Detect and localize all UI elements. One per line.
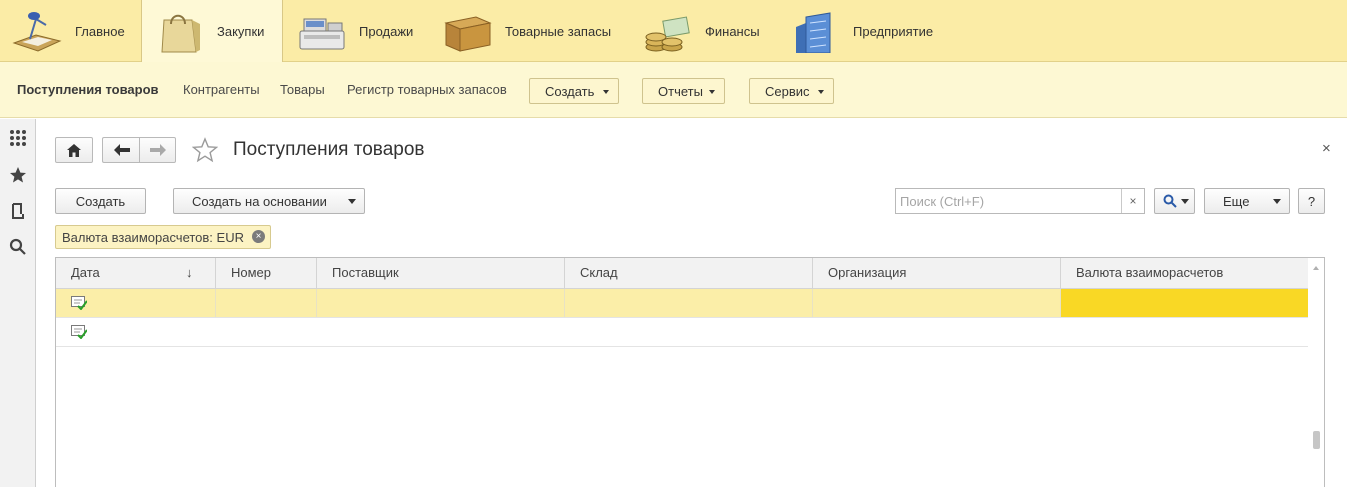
column-header-organization[interactable]: Организация — [813, 258, 1061, 288]
section-label: Предприятие — [853, 23, 934, 39]
cell-organization[interactable] — [813, 318, 1061, 346]
section-label: Товарные запасы — [505, 23, 612, 39]
nav-inventory-register[interactable]: Регистр товарных запасов — [347, 82, 507, 97]
column-header-number[interactable]: Номер — [216, 258, 317, 288]
filter-chip: Валюта взаиморасчетов: EUR × — [55, 225, 271, 249]
sections-panel: Главное Закупки Продажи Товарные запасы … — [0, 0, 1347, 63]
favorite-star-icon[interactable] — [191, 137, 219, 163]
cell-number[interactable] — [216, 318, 317, 346]
more-button-label: Еще — [1223, 193, 1250, 209]
remove-filter-icon[interactable]: × — [251, 230, 265, 243]
cell-organization[interactable] — [813, 289, 1061, 317]
create-button[interactable]: Создать — [55, 188, 146, 214]
sort-descending-icon: ↓ — [186, 265, 193, 280]
cell-supplier[interactable] — [317, 289, 565, 317]
cell-warehouse[interactable] — [565, 289, 813, 317]
history-icon[interactable] — [9, 202, 27, 220]
star-icon[interactable] — [9, 166, 27, 184]
create-based-on-button[interactable]: Создать на основании — [173, 188, 365, 214]
section-sales[interactable]: Продажи — [284, 0, 429, 62]
close-icon[interactable]: × — [1322, 140, 1331, 157]
cell-currency[interactable] — [1061, 289, 1309, 317]
cell-number[interactable] — [216, 289, 317, 317]
column-header-currency[interactable]: Валюта взаиморасчетов — [1061, 258, 1309, 288]
create-based-on-label: Создать на основании — [192, 193, 327, 209]
section-enterprise[interactable]: Предприятие — [778, 0, 958, 62]
column-header-supplier[interactable]: Поставщик — [317, 258, 565, 288]
grid-menu-icon[interactable] — [9, 129, 27, 147]
nav-service-label: Сервис — [765, 83, 810, 99]
chevron-down-icon — [603, 90, 609, 94]
nav-reports-label: Отчеты — [658, 83, 703, 99]
help-icon: ? — [1307, 193, 1316, 209]
chevron-down-icon — [1181, 199, 1189, 204]
navigation-panel: Поступления товаров Контрагенты Товары Р… — [0, 62, 1347, 118]
scrollbar-thumb[interactable] — [1313, 431, 1320, 449]
back-button[interactable] — [102, 137, 140, 163]
cardboard-box-icon — [442, 9, 492, 53]
vertical-scrollbar[interactable] — [1308, 258, 1324, 487]
nav-goods[interactable]: Товары — [280, 82, 325, 97]
column-header-date[interactable]: Дата ↓ — [56, 258, 216, 288]
section-label: Главное — [75, 23, 125, 39]
chevron-down-icon — [818, 90, 824, 94]
nav-create-menu[interactable]: Создать — [529, 78, 619, 104]
shopping-bag-icon — [154, 10, 204, 54]
cell-currency[interactable] — [1061, 318, 1309, 346]
chevron-down-icon — [1273, 199, 1281, 204]
search-field[interactable]: × — [895, 188, 1145, 214]
posted-document-icon — [71, 325, 87, 339]
nav-service-menu[interactable]: Сервис — [749, 78, 834, 104]
page-title: Поступления товаров — [233, 139, 425, 160]
arrow-left-icon — [113, 144, 130, 156]
forward-button[interactable] — [139, 137, 176, 163]
search-icon — [1163, 194, 1177, 208]
clear-search-button[interactable]: × — [1121, 189, 1144, 213]
table-row[interactable] — [56, 289, 1309, 318]
scroll-up-icon[interactable] — [1313, 266, 1319, 270]
cell-date[interactable] — [56, 289, 216, 317]
chevron-down-icon — [348, 199, 356, 204]
tools-panel — [0, 119, 36, 487]
table-header: Дата ↓ Номер Поставщик Склад Организация… — [56, 258, 1309, 289]
filter-chip-text: Валюта взаиморасчетов: EUR — [62, 229, 244, 245]
documents-table: Дата ↓ Номер Поставщик Склад Организация… — [55, 257, 1325, 487]
section-purchases[interactable]: Закупки — [141, 0, 283, 63]
home-button[interactable] — [55, 137, 93, 163]
section-main[interactable]: Главное — [0, 0, 141, 62]
desk-lamp-icon — [12, 9, 62, 53]
section-finance[interactable]: Финансы — [630, 0, 778, 62]
section-label: Закупки — [217, 24, 265, 39]
posted-document-icon — [71, 296, 87, 310]
help-button[interactable]: ? — [1298, 188, 1325, 214]
section-inventory[interactable]: Товарные запасы — [430, 0, 630, 62]
coins-icon — [642, 9, 692, 53]
nav-counterparties[interactable]: Контрагенты — [183, 82, 260, 97]
column-label: Дата — [71, 265, 100, 280]
section-label: Финансы — [705, 23, 760, 39]
chevron-down-icon — [709, 90, 715, 94]
column-header-warehouse[interactable]: Склад — [565, 258, 813, 288]
nav-goods-receipts[interactable]: Поступления товаров — [17, 82, 159, 97]
search-icon[interactable] — [9, 238, 27, 256]
cell-warehouse[interactable] — [565, 318, 813, 346]
create-button-label: Создать — [75, 193, 126, 209]
arrow-right-icon — [149, 144, 166, 156]
cell-date[interactable] — [56, 318, 216, 346]
search-options-button[interactable] — [1154, 188, 1195, 214]
nav-reports-menu[interactable]: Отчеты — [642, 78, 725, 104]
office-building-icon — [790, 9, 840, 54]
section-label: Продажи — [359, 23, 414, 39]
home-icon — [67, 143, 81, 157]
cash-register-icon — [296, 9, 346, 53]
table-row[interactable] — [56, 318, 1309, 347]
nav-create-label: Создать — [545, 83, 595, 99]
more-button[interactable]: Еще — [1204, 188, 1290, 214]
cell-supplier[interactable] — [317, 318, 565, 346]
search-input[interactable] — [896, 189, 1118, 213]
